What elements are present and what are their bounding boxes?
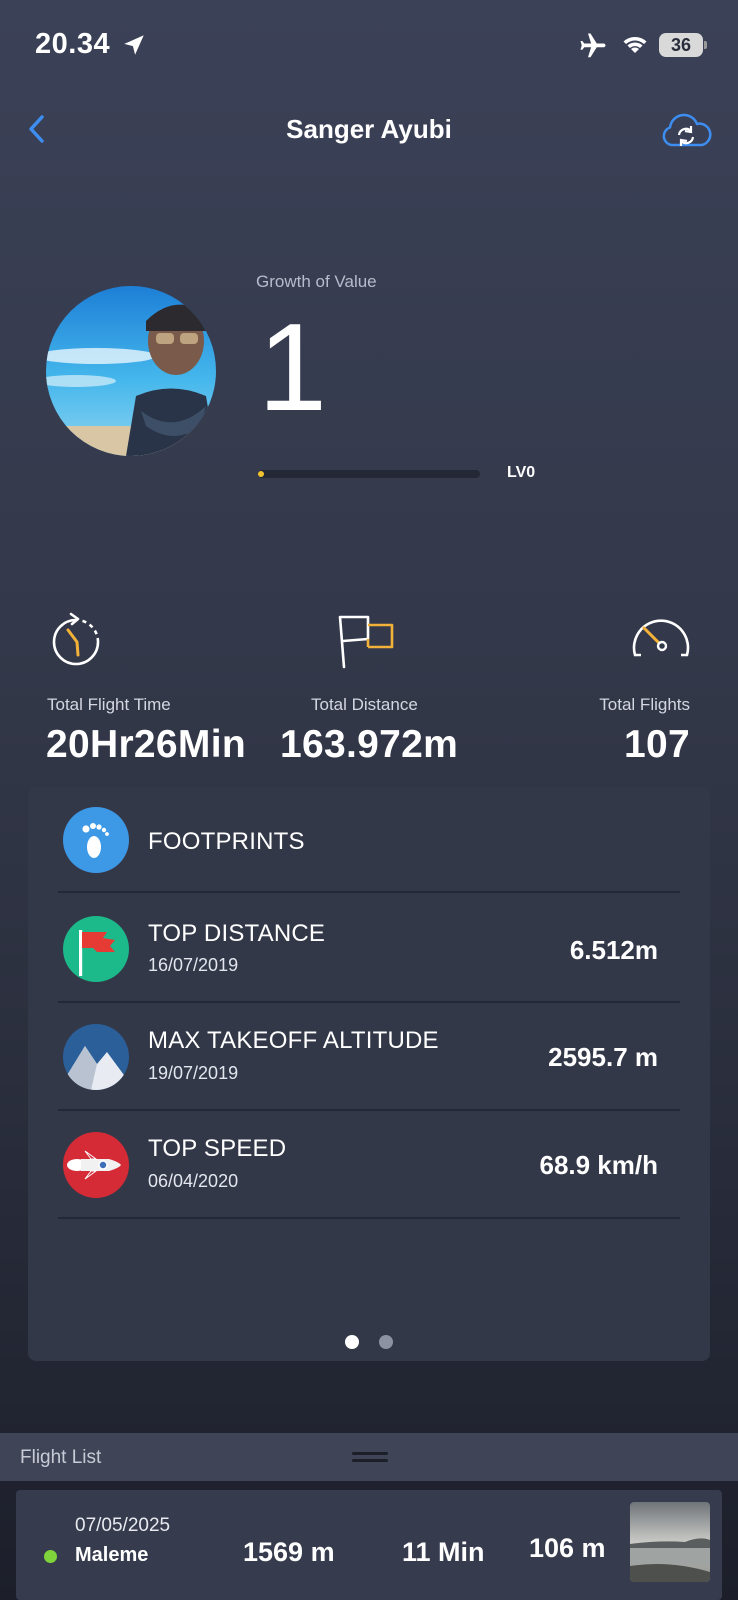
flight-duration: 11 Min (402, 1537, 485, 1567)
page-dot[interactable] (379, 1335, 393, 1349)
avatar-photo (46, 286, 216, 456)
stat-label-flights: Total Flights (599, 695, 690, 714)
flight-place: Maleme (75, 1544, 149, 1566)
battery-indicator: 36 (659, 33, 707, 57)
divider (58, 1109, 680, 1111)
row-date-max-altitude: 19/07/2019 (148, 1063, 239, 1083)
battery-level: 36 (659, 33, 703, 57)
red-flag-icon (63, 916, 129, 982)
page-title: Sanger Ayubi (286, 114, 452, 144)
row-date-top-distance: 16/07/2019 (148, 955, 239, 975)
row-date-top-speed: 06/04/2020 (148, 1171, 239, 1191)
flight-date: 07/05/2025 (75, 1515, 171, 1536)
flight-status-dot (44, 1550, 57, 1563)
footprints-title: FOOTPRINTS (148, 828, 305, 855)
row-value-top-distance: 6.512m (569, 935, 658, 965)
battery-tip (704, 41, 707, 49)
flag-icon (338, 615, 394, 669)
footprints-card[interactable] (28, 787, 710, 1361)
cloud-sync-icon[interactable] (658, 111, 714, 153)
stat-value-distance: 163.972m (280, 723, 459, 766)
row-value-max-altitude: 2595.7 m (548, 1042, 658, 1072)
airplane-icon (580, 33, 606, 58)
status-time: 20.34 (35, 28, 111, 60)
stat-label-distance: Total Distance (311, 695, 418, 714)
flight-altitude: 106 m (529, 1533, 606, 1563)
level-progress-bar (258, 470, 480, 478)
drag-handle-icon[interactable] (352, 1450, 388, 1464)
growth-value: 1 (258, 299, 327, 437)
mountain-icon (63, 1024, 129, 1090)
divider (58, 891, 680, 893)
avatar[interactable] (46, 286, 216, 456)
flight-list-label: Flight List (20, 1447, 102, 1468)
stat-value-flight-time: 20Hr26Min (46, 723, 246, 766)
location-arrow-icon (124, 35, 144, 55)
flight-distance: 1569 m (243, 1537, 335, 1567)
divider (58, 1217, 680, 1219)
level-label: LV0 (507, 464, 536, 481)
flight-thumbnail[interactable] (630, 1502, 710, 1582)
wifi-icon (623, 37, 647, 53)
rocket-icon (63, 1132, 129, 1198)
flight-thumbnail-photo (630, 1502, 710, 1582)
stopwatch-icon (52, 612, 100, 666)
page-dot-active[interactable] (345, 1335, 359, 1349)
speedometer-icon (632, 619, 690, 657)
level-progress-fill (258, 471, 264, 477)
footprint-icon (63, 807, 129, 873)
row-title-top-speed: TOP SPEED (148, 1135, 287, 1162)
divider (58, 1001, 680, 1003)
growth-label: Growth of Value (256, 272, 377, 291)
stat-value-flights: 107 (624, 723, 690, 766)
row-title-max-altitude: MAX TAKEOFF ALTITUDE (148, 1027, 439, 1054)
row-value-top-speed: 68.9 km/h (539, 1150, 658, 1180)
row-title-top-distance: TOP DISTANCE (148, 920, 326, 947)
stat-label-flight-time: Total Flight Time (47, 695, 171, 714)
